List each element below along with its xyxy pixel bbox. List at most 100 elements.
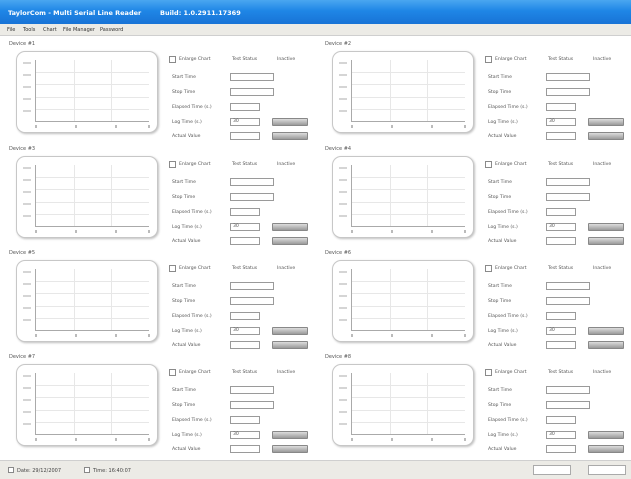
gridline-horizontal	[36, 281, 149, 283]
menu-file[interactable]: File	[7, 27, 15, 33]
stop-time-field[interactable]	[230, 401, 274, 409]
device-panel: Device #8 Enlarge Chart Test Status Inactiv…	[325, 354, 631, 458]
stop-button[interactable]	[272, 237, 308, 245]
start-time-field[interactable]	[546, 178, 590, 186]
enlarge-chart-checkbox[interactable]	[169, 369, 176, 376]
actual-value-field[interactable]	[230, 237, 260, 245]
menu-tools[interactable]: Tools	[23, 27, 35, 33]
gridline-horizontal	[352, 385, 465, 387]
elapsed-time-field[interactable]	[546, 312, 576, 320]
log-time-label: Log Time (s.)	[488, 329, 518, 334]
enlarge-chart-label: Enlarge Chart	[495, 266, 527, 271]
stop-time-field[interactable]	[230, 297, 274, 305]
y-tick-label	[339, 74, 347, 76]
elapsed-time-field[interactable]	[230, 208, 260, 216]
gridline-vertical	[427, 373, 429, 434]
start-button[interactable]	[272, 118, 308, 126]
menu-file-manager[interactable]: File Manager	[63, 27, 95, 33]
stop-time-field[interactable]	[546, 88, 590, 96]
start-time-field[interactable]	[230, 282, 274, 290]
elapsed-time-field[interactable]	[546, 416, 576, 424]
start-button[interactable]	[272, 223, 308, 231]
start-button[interactable]	[588, 431, 624, 439]
stop-time-field[interactable]	[546, 401, 590, 409]
start-time-field[interactable]	[546, 386, 590, 394]
enlarge-chart-checkbox[interactable]	[485, 56, 492, 63]
actual-value-field[interactable]	[546, 445, 576, 453]
elapsed-time-field[interactable]	[230, 103, 260, 111]
elapsed-time-label: Elapsed Time (s.)	[172, 418, 212, 423]
test-status-value: Inactive	[277, 266, 296, 271]
enlarge-chart-checkbox[interactable]	[169, 161, 176, 168]
stop-time-field[interactable]	[230, 88, 274, 96]
actual-value-field[interactable]	[230, 132, 260, 140]
enlarge-chart-checkbox[interactable]	[169, 265, 176, 272]
start-button[interactable]	[588, 223, 624, 231]
enlarge-chart-checkbox[interactable]	[485, 265, 492, 272]
actual-value-field[interactable]	[546, 132, 576, 140]
menu-password[interactable]: Password	[100, 27, 123, 33]
enlarge-chart-checkbox[interactable]	[485, 369, 492, 376]
start-time-field[interactable]	[230, 73, 274, 81]
stop-button[interactable]	[272, 132, 308, 140]
gridline-horizontal	[36, 177, 149, 179]
actual-value-field[interactable]	[230, 341, 260, 349]
actual-value-field[interactable]	[230, 445, 260, 453]
start-button[interactable]	[588, 327, 624, 335]
log-time-field[interactable]: 30	[546, 327, 576, 335]
gridline-horizontal	[36, 84, 149, 86]
gridline-horizontal	[352, 293, 465, 295]
log-time-field[interactable]: 30	[230, 223, 260, 231]
stop-button[interactable]	[588, 132, 624, 140]
menu-chart[interactable]: Chart	[43, 27, 57, 33]
x-tick-mark	[464, 438, 466, 441]
stop-button[interactable]	[588, 341, 624, 349]
log-time-field[interactable]: 30	[546, 118, 576, 126]
y-tick-label	[23, 307, 31, 309]
actual-value-field[interactable]	[546, 341, 576, 349]
start-time-field[interactable]	[230, 178, 274, 186]
start-button[interactable]	[588, 118, 624, 126]
elapsed-time-field[interactable]	[546, 208, 576, 216]
status-bar: Date: 29/12/2007 Time: 16:40:07	[0, 460, 631, 479]
y-tick-label	[23, 179, 31, 181]
log-time-field[interactable]: 30	[230, 431, 260, 439]
log-time-field[interactable]: 30	[230, 118, 260, 126]
start-time-field[interactable]	[546, 73, 590, 81]
device-panel: Device #2 Enlarge Chart Test Status Inactiv…	[325, 41, 631, 145]
elapsed-time-label: Elapsed Time (s.)	[488, 314, 528, 319]
stop-time-label: Stop Time	[172, 299, 196, 304]
device-chart	[332, 51, 474, 133]
log-time-field[interactable]: 30	[230, 327, 260, 335]
start-button[interactable]	[272, 431, 308, 439]
stop-button[interactable]	[272, 341, 308, 349]
x-tick-mark	[148, 334, 150, 337]
x-tick-mark	[35, 334, 37, 337]
stop-button[interactable]	[272, 445, 308, 453]
log-time-field[interactable]: 30	[546, 223, 576, 231]
stop-time-field[interactable]	[546, 297, 590, 305]
build-label: Build: 1.0.2911.17369	[160, 9, 241, 17]
stop-button[interactable]	[588, 445, 624, 453]
enlarge-chart-checkbox[interactable]	[169, 56, 176, 63]
device-chart	[16, 364, 158, 446]
time-checkbox[interactable]	[84, 467, 90, 473]
gridline-vertical	[111, 60, 113, 121]
stop-button[interactable]	[588, 237, 624, 245]
gridline-vertical	[389, 60, 391, 121]
enlarge-chart-checkbox[interactable]	[485, 161, 492, 168]
start-button[interactable]	[272, 327, 308, 335]
elapsed-time-field[interactable]	[230, 312, 260, 320]
date-checkbox[interactable]	[8, 467, 14, 473]
stop-time-field[interactable]	[230, 193, 274, 201]
log-time-field[interactable]: 30	[546, 431, 576, 439]
y-tick-label	[23, 215, 31, 217]
actual-value-field[interactable]	[546, 237, 576, 245]
device-panel: Device #5 Enlarge Chart Test Status Inactiv…	[9, 250, 319, 354]
start-time-field[interactable]	[230, 386, 274, 394]
elapsed-time-field[interactable]	[546, 103, 576, 111]
gridline-horizontal	[352, 317, 465, 319]
elapsed-time-field[interactable]	[230, 416, 260, 424]
stop-time-field[interactable]	[546, 193, 590, 201]
start-time-field[interactable]	[546, 282, 590, 290]
